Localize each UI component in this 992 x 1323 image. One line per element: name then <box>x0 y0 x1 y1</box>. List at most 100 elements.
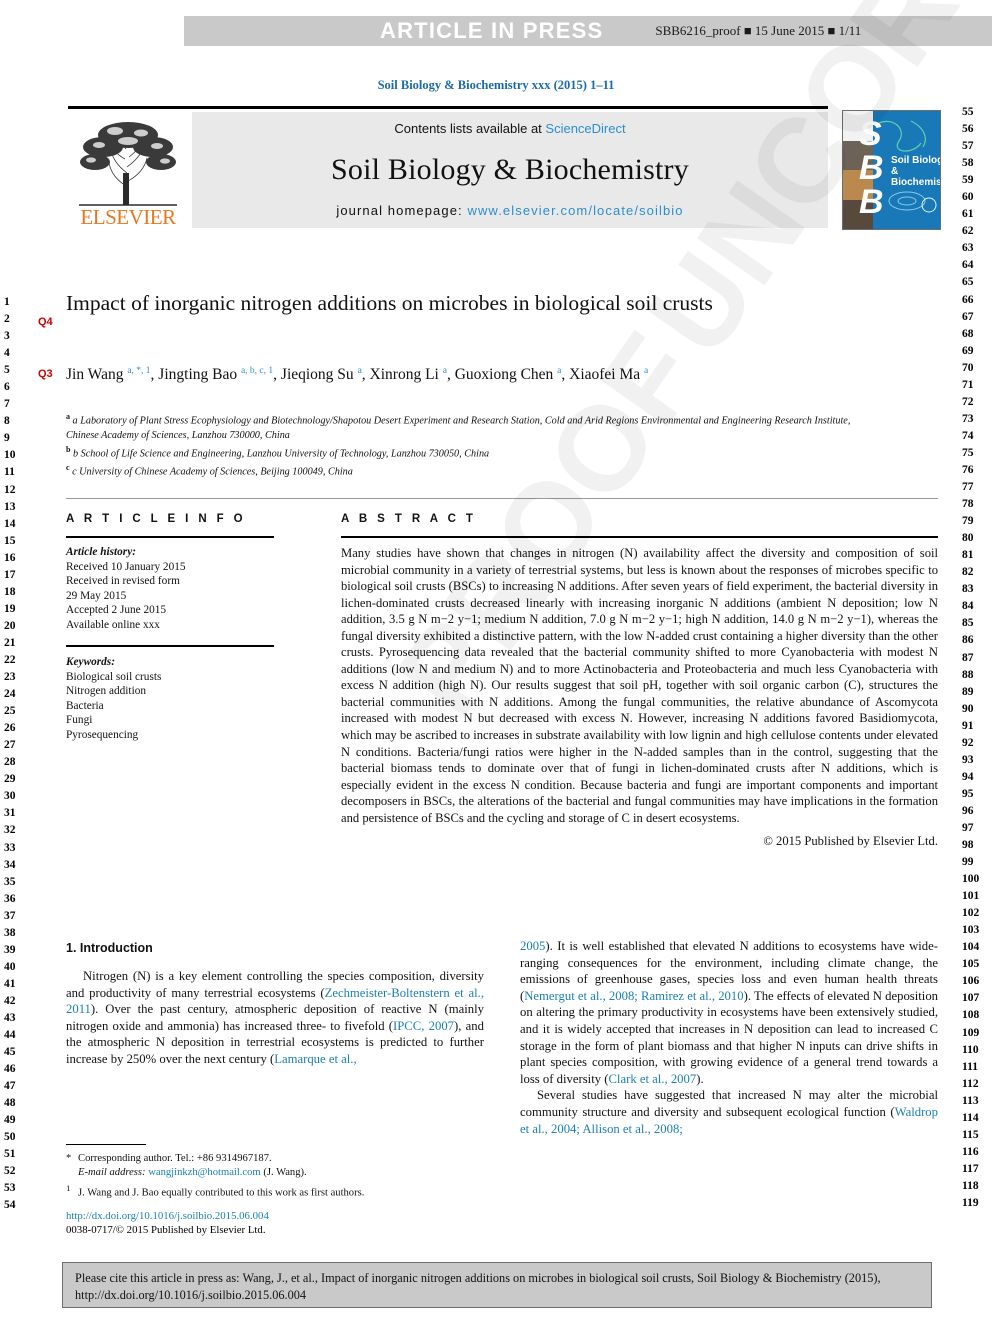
line-number: 92 <box>962 736 974 749</box>
line-number: 82 <box>962 566 974 579</box>
line-number: 17 <box>4 568 16 581</box>
line-number: 12 <box>4 483 16 496</box>
line-number: 94 <box>962 770 974 783</box>
line-number: 14 <box>4 517 16 530</box>
homepage-url-link[interactable]: www.elsevier.com/locate/soilbio <box>467 203 683 218</box>
line-number: 54 <box>4 1199 16 1212</box>
cover-journal-title: Soil Biology &Biochemistry <box>891 155 941 188</box>
line-number: 62 <box>962 225 974 238</box>
author-list: Jin Wang a, *, 1, Jingting Bao a, b, c, … <box>66 366 649 384</box>
citation-link[interactable]: Lamarque et al., <box>274 1052 356 1066</box>
citation-link[interactable]: Nemergut et al., 2008; <box>524 989 638 1003</box>
line-number: 69 <box>962 344 974 357</box>
line-number: 49 <box>4 1114 16 1127</box>
email-address-link[interactable]: wangjinkzh@hotmail.com <box>148 1167 260 1178</box>
line-number: 70 <box>962 361 974 374</box>
line-number: 44 <box>4 1029 16 1042</box>
paper-page: ARTICLE IN PRESS SBB6216_proof ■ 15 June… <box>0 0 992 1323</box>
asterisk-icon: * <box>66 1153 72 1164</box>
line-number: 79 <box>962 515 974 528</box>
line-number: 35 <box>4 875 16 888</box>
line-number: 118 <box>962 1179 979 1192</box>
sciencedirect-link[interactable]: ScienceDirect <box>545 121 625 136</box>
citation-link[interactable]: 2005 <box>520 939 545 953</box>
article-info-rule <box>66 536 274 538</box>
citation-link[interactable]: Ramirez et al., 2010 <box>641 989 744 1003</box>
line-number: 9 <box>4 432 10 445</box>
line-number: 101 <box>962 890 980 903</box>
line-number: 87 <box>962 651 974 664</box>
line-number: 108 <box>962 1009 980 1022</box>
line-number: 55 <box>962 106 974 118</box>
footnotes-block: * Corresponding author. Tel.: +86 9314967… <box>66 1152 484 1201</box>
line-number: 15 <box>4 534 16 547</box>
article-history-label: Article history: <box>66 546 136 558</box>
line-number: 46 <box>4 1063 16 1076</box>
line-number: 26 <box>4 722 16 735</box>
line-number: 98 <box>962 839 974 852</box>
article-in-press-banner: ARTICLE IN PRESS SBB6216_proof ■ 15 June… <box>184 16 992 46</box>
line-number: 84 <box>962 600 974 613</box>
line-number: 76 <box>962 463 974 476</box>
line-number: 107 <box>962 992 980 1005</box>
journal-title: Soil Biology & Biochemistry <box>331 152 689 186</box>
line-numbers-right: 55 56 57 58 59 60 61 62 63 64 65 66 67 68 69 70 71 72 73 74… <box>962 104 988 1212</box>
citation-link[interactable]: Allison et al., 2008; <box>582 1122 682 1136</box>
line-number: 65 <box>962 276 974 289</box>
line-number: 40 <box>4 960 16 973</box>
line-number: 2 <box>4 313 10 326</box>
query-marker-q4[interactable]: Q4 <box>38 316 53 328</box>
citation-link[interactable]: Zechmeister-Boltenstern et al., 2011 <box>66 986 484 1017</box>
elsevier-tree-icon <box>73 115 183 207</box>
introduction-heading: 1. Introduction <box>66 941 153 955</box>
issn-copyright-line: 0038-0717/© 2015 Published by Elsevier L… <box>66 1223 266 1236</box>
page-title: Impact of inorganic nitrogen additions o… <box>66 291 713 315</box>
line-number: 6 <box>4 381 10 394</box>
affiliation-b: b b School of Life Science and Engineeri… <box>66 444 490 460</box>
keyword-4: Pyrosequencing <box>66 728 139 741</box>
abstract-rule <box>341 536 938 538</box>
elsevier-logo: ELSEVIER <box>68 112 188 228</box>
line-number: 11 <box>4 466 15 479</box>
line-number: 58 <box>962 157 974 170</box>
line-number: 73 <box>962 412 974 425</box>
line-number: 83 <box>962 583 974 596</box>
footnote-corresponding: * Corresponding author. Tel.: +86 9314967… <box>66 1152 484 1166</box>
line-number: 5 <box>4 364 10 377</box>
footnote-marker-1: 1 <box>66 1182 71 1193</box>
line-number: 50 <box>4 1131 16 1144</box>
line-number: 72 <box>962 395 974 408</box>
line-number: 51 <box>4 1148 16 1161</box>
line-number: 24 <box>4 688 16 701</box>
line-number: 47 <box>4 1080 16 1093</box>
line-number: 80 <box>962 532 974 545</box>
line-number: 60 <box>962 191 974 204</box>
keywords-rule <box>66 645 274 647</box>
affiliation-c: c c University of Chinese Academy of Sci… <box>66 463 353 478</box>
doi-link[interactable]: http://dx.doi.org/10.1016/j.soilbio.2015… <box>66 1210 496 1224</box>
citation-link[interactable]: Clark et al., 2007 <box>608 1072 696 1086</box>
line-number: 3 <box>4 330 10 343</box>
line-number: 86 <box>962 634 974 647</box>
abstract-copyright: © 2015 Published by Elsevier Ltd. <box>763 834 938 849</box>
keyword-0: Biological soil crusts <box>66 670 162 683</box>
line-number: 110 <box>962 1043 979 1056</box>
line-number: 111 <box>962 1060 978 1073</box>
query-marker-q3[interactable]: Q3 <box>38 368 53 380</box>
masthead-rule <box>68 106 828 109</box>
line-number: 25 <box>4 705 16 718</box>
affiliation-a: a a Laboratory of Plant Stress Ecophysio… <box>66 412 851 441</box>
line-number: 85 <box>962 617 974 630</box>
citation-link[interactable]: IPCC, 2007 <box>393 1019 454 1033</box>
line-number: 56 <box>962 123 974 136</box>
line-number: 31 <box>4 807 16 820</box>
line-number: 1 <box>4 296 10 308</box>
line-number: 7 <box>4 398 10 411</box>
line-number: 41 <box>4 977 16 990</box>
citation-footer-box: Please cite this article in press as: Wa… <box>62 1262 932 1308</box>
line-number: 61 <box>962 208 974 221</box>
line-number: 38 <box>4 926 16 939</box>
journal-reference-line: Soil Biology & Biochemistry xxx (2015) 1… <box>377 78 615 92</box>
line-number: 21 <box>4 636 16 649</box>
line-number: 22 <box>4 653 16 666</box>
